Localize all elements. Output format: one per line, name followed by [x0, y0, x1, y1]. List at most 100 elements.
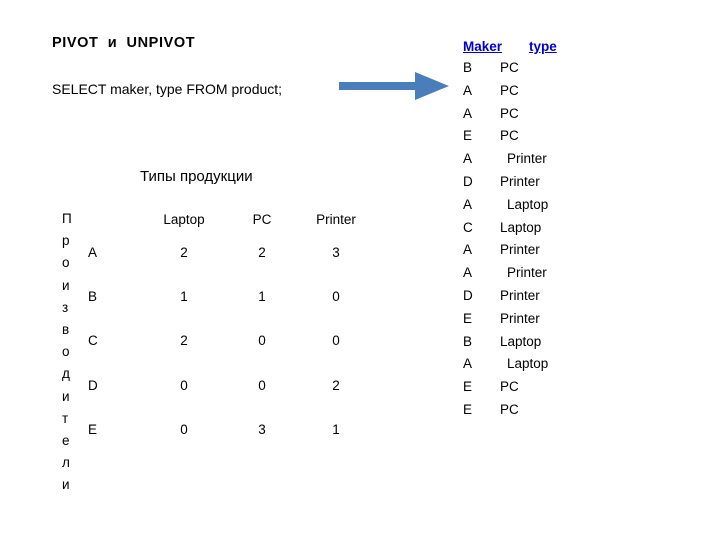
axis-letter: л: [62, 455, 70, 471]
result-header-row: Maker type: [463, 36, 557, 57]
result-cell-type: PC: [500, 105, 519, 121]
pivot-cell-maker: A: [88, 244, 98, 260]
result-cell-maker: C: [463, 219, 473, 235]
pivot-cell-printer: 0: [332, 333, 340, 349]
pivot-cell-laptop: 0: [180, 422, 188, 438]
result-header-type: type: [529, 39, 557, 54]
table-row: B Laptop: [463, 331, 557, 354]
pivot-cell-maker: D: [88, 377, 98, 393]
axis-letter: П: [62, 211, 72, 226]
axis-letter: и: [62, 477, 70, 493]
table-row: B 1 1 0: [88, 274, 372, 318]
table-row: A PC: [463, 103, 557, 126]
result-cell-type: PC: [500, 379, 519, 395]
table-row: E PC: [463, 125, 557, 148]
result-cell-maker: E: [463, 310, 473, 326]
result-cell-type: PC: [500, 401, 519, 417]
table-row: D Printer: [463, 285, 557, 308]
pivot-cell-pc: 0: [258, 377, 266, 393]
pivot-cell-laptop: 2: [180, 244, 188, 260]
pivot-cell-laptop: 0: [180, 377, 188, 393]
result-cell-maker: A: [463, 82, 473, 98]
table-row: A Laptop: [463, 353, 557, 376]
result-cell-type: Printer: [500, 287, 540, 303]
pivot-header-printer: Printer: [316, 211, 356, 227]
table-row: A Printer: [463, 239, 557, 262]
result-cell-maker: B: [463, 333, 473, 349]
table-row: C 2 0 0: [88, 319, 372, 363]
result-cell-maker: A: [463, 356, 473, 372]
result-cell-maker: A: [463, 242, 473, 258]
axis-letter: и: [62, 277, 70, 293]
table-row: B PC: [463, 57, 557, 80]
table-row: E PC: [463, 399, 557, 422]
slide-heading: PIVOT и UNPIVOT: [52, 35, 196, 51]
slide-canvas: PIVOT и UNPIVOT SELECT maker, type FROM …: [0, 0, 720, 540]
table-row: A Printer: [463, 148, 557, 171]
result-cell-maker: A: [463, 105, 473, 121]
table-row: E 0 3 1: [88, 408, 372, 452]
pivot-cell-pc: 3: [258, 422, 266, 438]
pivot-header-laptop: Laptop: [163, 211, 205, 227]
pivot-table-title: Типы продукции: [140, 168, 253, 185]
sql-query-text: SELECT maker, type FROM product;: [52, 81, 283, 97]
result-table: Maker type B PC A PC A PC E PC A Printer D Prin…: [463, 36, 557, 422]
result-cell-maker: A: [463, 265, 473, 281]
result-cell-type: Printer: [507, 151, 547, 167]
result-cell-type: PC: [500, 128, 519, 144]
axis-letter: в: [62, 322, 70, 338]
result-cell-maker: D: [463, 173, 473, 189]
result-cell-maker: E: [463, 379, 473, 395]
result-cell-type: Laptop: [507, 196, 549, 212]
pivot-cell-maker: E: [88, 422, 98, 438]
table-row: D 0 0 2: [88, 363, 372, 407]
pivot-header-pc: PC: [252, 211, 272, 227]
result-header-maker: Maker: [463, 39, 503, 54]
table-row: A Laptop: [463, 194, 557, 217]
right-arrow-icon: [337, 66, 459, 106]
pivot-cell-printer: 1: [332, 422, 340, 438]
pivot-cell-pc: 1: [258, 289, 266, 305]
table-row: D Printer: [463, 171, 557, 194]
axis-letter: д: [62, 366, 70, 382]
table-row: E PC: [463, 376, 557, 399]
axis-letter: з: [62, 299, 69, 315]
table-row: C Laptop: [463, 217, 557, 240]
pivot-header-maker: [88, 208, 144, 230]
pivot-cell-pc: 0: [258, 333, 266, 349]
result-cell-type: Laptop: [507, 356, 549, 372]
table-row: A 2 2 3: [88, 230, 372, 274]
axis-letter: о: [62, 344, 70, 360]
axis-letter: и: [62, 388, 70, 404]
pivot-table: Laptop PC Printer A 2 2 3 B 1 1 0 C 2 0 …: [88, 208, 372, 452]
result-cell-type: Printer: [500, 310, 540, 326]
pivot-cell-printer: 3: [332, 244, 340, 260]
pivot-cell-maker: C: [88, 333, 98, 349]
result-cell-maker: D: [463, 287, 473, 303]
result-cell-type: Laptop: [500, 219, 542, 235]
pivot-cell-laptop: 2: [180, 333, 188, 349]
result-cell-type: Laptop: [500, 333, 542, 349]
table-row: A PC: [463, 80, 557, 103]
table-row: E Printer: [463, 308, 557, 331]
result-cell-type: PC: [500, 82, 519, 98]
axis-letter: е: [62, 433, 70, 449]
pivot-row-axis-label: П р о и з в о д и т е л и: [62, 208, 80, 497]
pivot-header-row: Laptop PC Printer: [88, 208, 372, 230]
pivot-cell-maker: B: [88, 289, 98, 305]
result-cell-maker: A: [463, 196, 473, 212]
axis-letter: т: [62, 410, 69, 426]
result-cell-maker: B: [463, 60, 473, 75]
result-cell-type: PC: [500, 60, 519, 75]
pivot-cell-printer: 2: [332, 377, 340, 393]
result-cell-maker: E: [463, 128, 473, 144]
result-cell-type: Printer: [507, 265, 547, 281]
result-cell-maker: E: [463, 401, 473, 417]
axis-letter: о: [62, 255, 70, 271]
pivot-cell-printer: 0: [332, 289, 340, 305]
result-cell-maker: A: [463, 151, 473, 167]
pivot-cell-pc: 2: [258, 244, 266, 260]
result-cell-type: Printer: [500, 242, 540, 258]
table-row: A Printer: [463, 262, 557, 285]
axis-letter: р: [62, 233, 70, 249]
